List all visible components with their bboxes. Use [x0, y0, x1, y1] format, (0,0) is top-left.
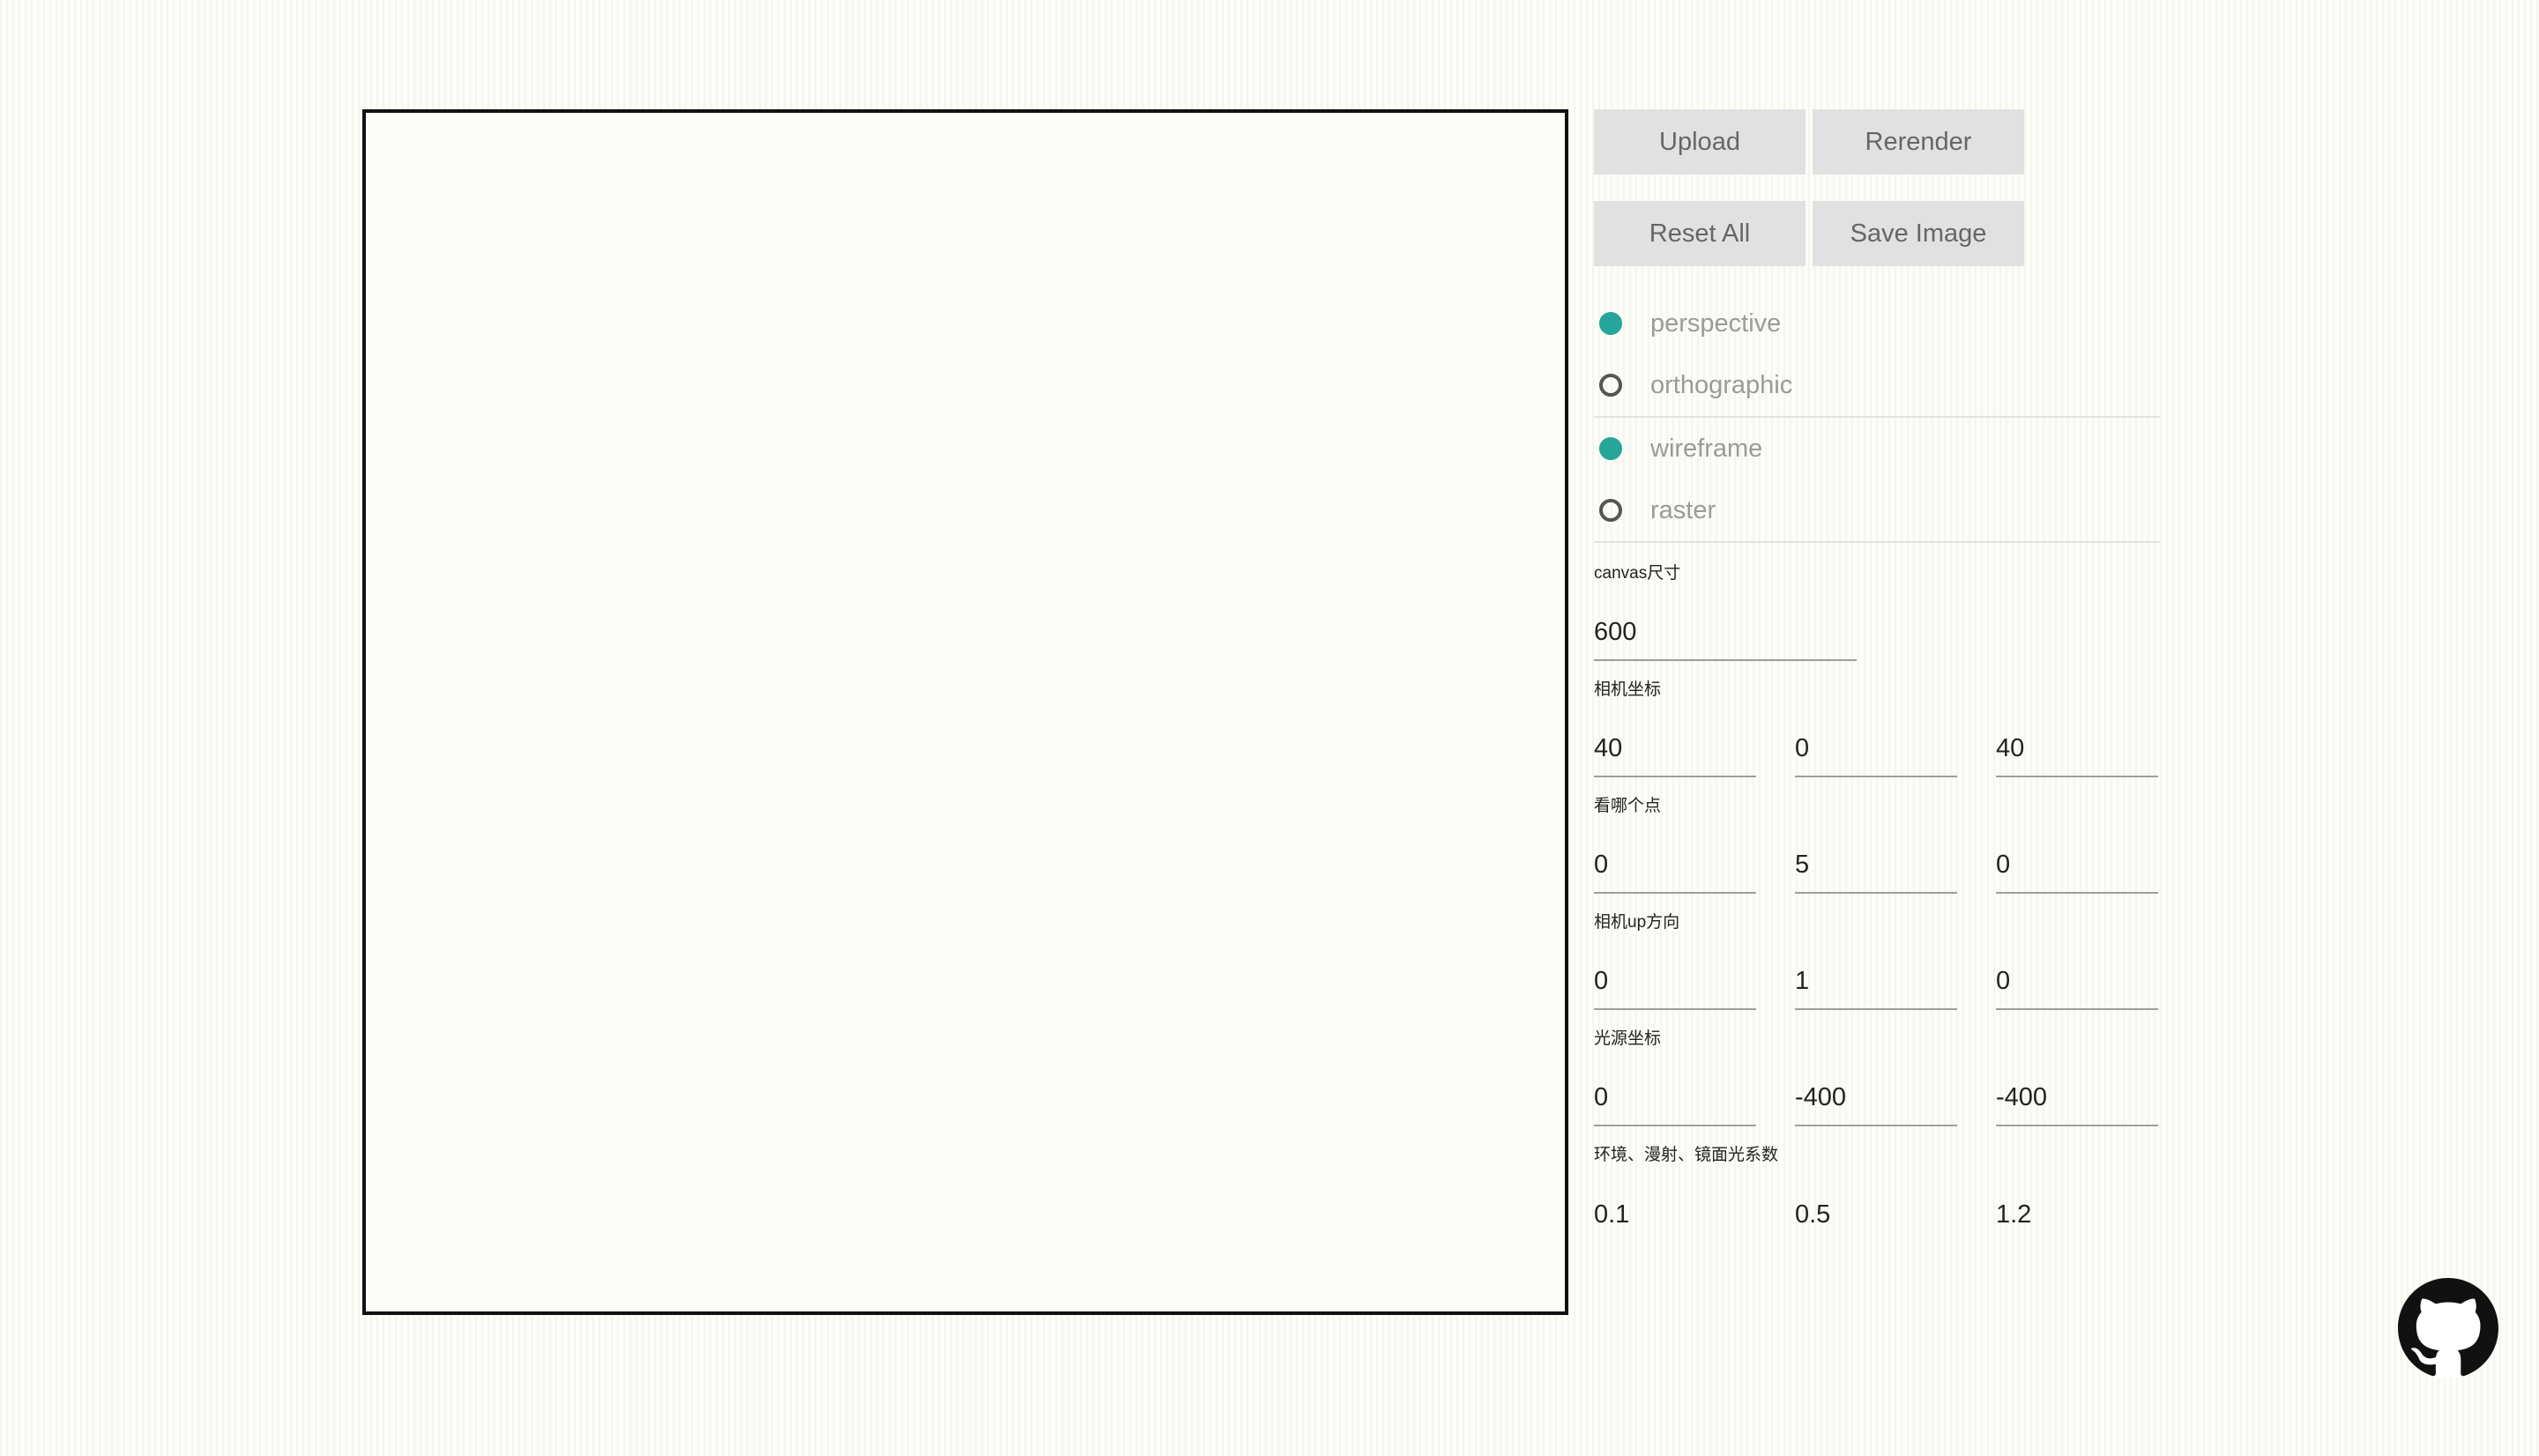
upload-button[interactable]: Upload — [1594, 109, 1806, 175]
camera-up-z-input[interactable] — [1996, 954, 2158, 1010]
camera-z-input[interactable] — [1996, 721, 2158, 777]
look-at-z-input[interactable] — [1996, 837, 2158, 894]
radio-perspective[interactable]: perspective — [1594, 293, 2160, 354]
camera-up-row — [1594, 954, 2160, 1010]
canvas-size-label: canvas尺寸 — [1594, 564, 1681, 583]
reset-all-button[interactable]: Reset All — [1594, 201, 1806, 266]
radio-perspective-label: perspective — [1650, 308, 1782, 338]
radio-unchecked-icon[interactable] — [1599, 374, 1622, 397]
specular-coefficient-input[interactable] — [1996, 1186, 2158, 1243]
radio-orthographic[interactable]: orthographic — [1594, 354, 2160, 416]
projection-radio-group: perspective orthographic — [1594, 293, 2160, 418]
light-position-label: 光源坐标 — [1594, 1029, 1662, 1048]
radio-raster[interactable]: raster — [1594, 479, 2160, 541]
radio-checked-icon[interactable] — [1599, 437, 1622, 460]
camera-position-label: 相机坐标 — [1594, 680, 1662, 699]
radio-wireframe[interactable]: wireframe — [1594, 418, 2160, 479]
save-image-button[interactable]: Save Image — [1813, 201, 2024, 266]
radio-checked-icon[interactable] — [1599, 312, 1622, 335]
control-panel: Upload Rerender Reset All Save Image per… — [1594, 109, 2160, 1243]
look-at-label: 看哪个点 — [1594, 797, 1662, 815]
light-coefficients-label: 环境、漫射、镜面光系数 — [1594, 1146, 1779, 1164]
camera-x-input[interactable] — [1594, 721, 1756, 777]
toolbar-row-2: Reset All Save Image — [1594, 201, 2160, 266]
light-z-input[interactable] — [1996, 1070, 2158, 1126]
camera-up-y-input[interactable] — [1795, 954, 1957, 1010]
camera-up-label: 相机up方向 — [1594, 913, 1680, 932]
camera-up-x-input[interactable] — [1594, 954, 1756, 1010]
canvas-size-input[interactable] — [1594, 605, 1857, 661]
camera-y-input[interactable] — [1795, 721, 1957, 777]
render-canvas[interactable] — [362, 109, 1568, 1315]
github-icon[interactable] — [2398, 1278, 2498, 1378]
light-position-row — [1594, 1070, 2160, 1126]
rerender-button[interactable]: Rerender — [1813, 109, 2024, 175]
ambient-coefficient-input[interactable] — [1594, 1186, 1756, 1243]
radio-wireframe-label: wireframe — [1650, 434, 1763, 463]
camera-position-row — [1594, 721, 2160, 777]
light-x-input[interactable] — [1594, 1070, 1756, 1126]
render-mode-radio-group: wireframe raster — [1594, 418, 2160, 543]
radio-orthographic-label: orthographic — [1650, 370, 1793, 399]
radio-unchecked-icon[interactable] — [1599, 499, 1622, 522]
canvas-size-row — [1594, 605, 2160, 661]
look-at-y-input[interactable] — [1795, 837, 1957, 894]
radio-raster-label: raster — [1650, 495, 1716, 524]
diffuse-coefficient-input[interactable] — [1795, 1186, 1957, 1243]
light-y-input[interactable] — [1795, 1070, 1957, 1126]
toolbar-row-1: Upload Rerender — [1594, 109, 2160, 175]
light-coefficients-row — [1594, 1186, 2160, 1243]
look-at-x-input[interactable] — [1594, 837, 1756, 894]
look-at-row — [1594, 837, 2160, 894]
